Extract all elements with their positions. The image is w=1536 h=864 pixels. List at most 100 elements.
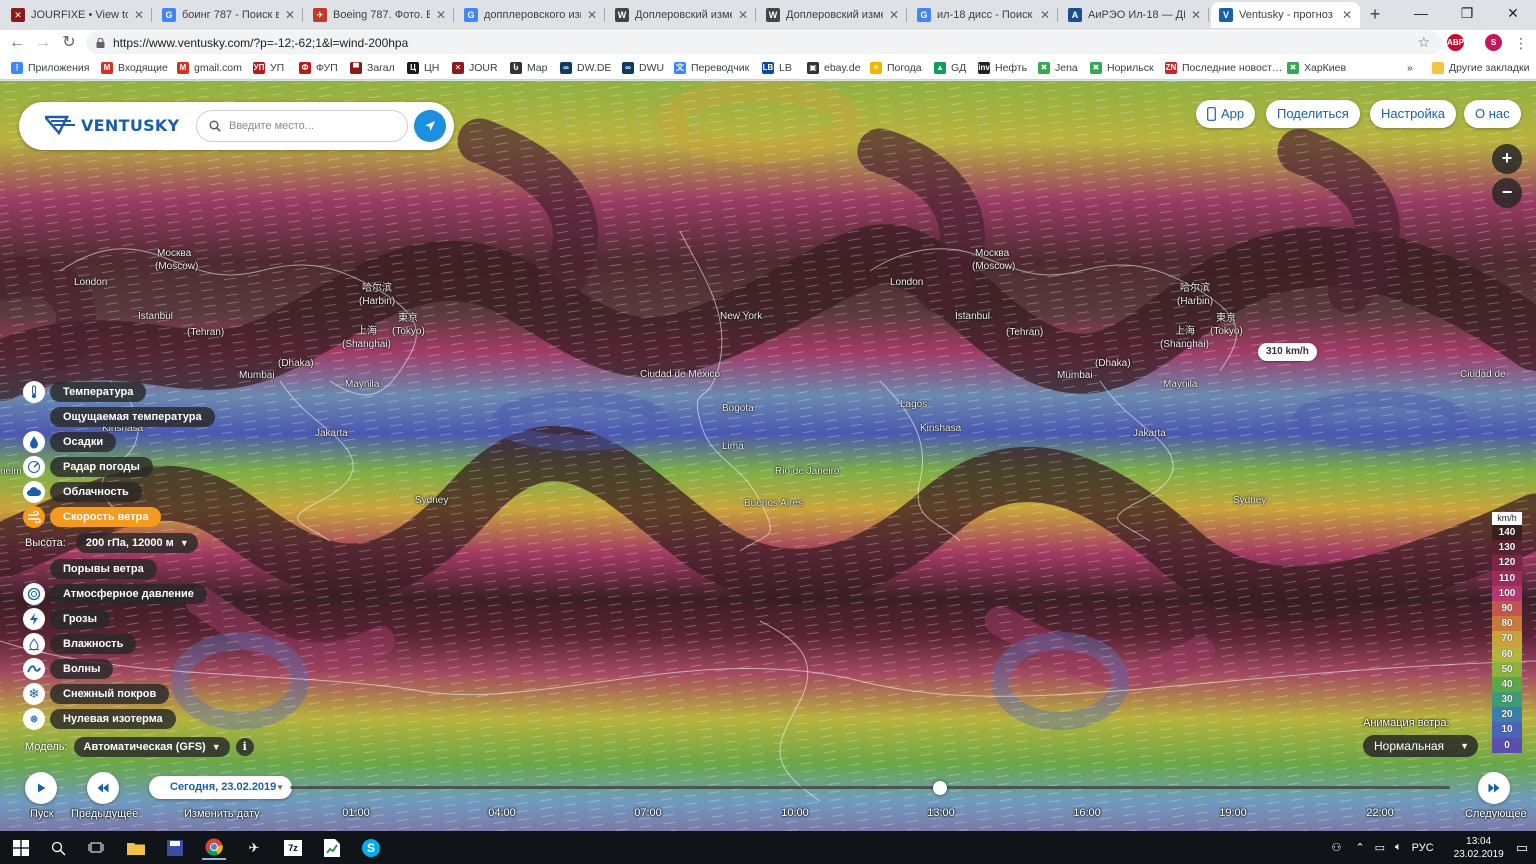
app-icon[interactable]: ✈	[242, 836, 266, 860]
layer-radar[interactable]: Радар погоды	[23, 456, 153, 478]
bookmark-item[interactable]: ✕ JOUR	[452, 60, 498, 76]
timeline-track[interactable]	[290, 786, 1450, 789]
bookmark-item[interactable]: ∞ DW.DE	[560, 60, 611, 76]
window-minimize-button[interactable]: —	[1398, 0, 1444, 28]
address-bar[interactable]: https://www.ventusky.com/?p=-12;-62;1&l=…	[86, 31, 1442, 54]
zoom-in-button[interactable]: +	[1492, 144, 1522, 174]
close-tab-icon[interactable]: ✕	[738, 8, 748, 22]
bookmark-item[interactable]: УП УП	[253, 60, 284, 76]
forward-icon[interactable]: →	[32, 32, 54, 54]
notifications-icon[interactable]: ▭	[1516, 840, 1528, 856]
bookmark-item[interactable]: ⋮ Приложения	[11, 60, 89, 76]
bookmark-item[interactable]: M Входящие	[101, 60, 168, 76]
timeline-tick[interactable]: 07:00	[634, 807, 662, 819]
volume-icon[interactable]: 🔈︎	[1395, 841, 1402, 854]
bookmark-item[interactable]: inv Нефть	[978, 60, 1027, 76]
app-button[interactable]: App	[1196, 100, 1256, 128]
language-indicator[interactable]: РУС	[1412, 842, 1434, 854]
timeline-tick[interactable]: 10:00	[781, 807, 809, 819]
timeline-handle[interactable]	[933, 781, 947, 795]
bookmark-item[interactable]: ZN Последние новост…	[1165, 60, 1282, 76]
bookmark-item[interactable]: Ф ФУП	[299, 60, 338, 76]
more-bookmarks-button[interactable]: »	[1407, 60, 1413, 76]
layer-precipitation[interactable]: Осадки	[23, 431, 117, 453]
about-button[interactable]: О нас	[1464, 100, 1521, 128]
bookmark-item[interactable]: LB LB	[762, 60, 792, 76]
browser-tab[interactable]: ✕ JOURFIXE • View topic ✕	[3, 2, 152, 28]
ventusky-logo[interactable]: VENTUSKY	[45, 115, 180, 135]
close-tab-icon[interactable]: ✕	[436, 8, 446, 22]
close-tab-icon[interactable]: ✕	[1040, 8, 1050, 22]
zoom-out-button[interactable]: −	[1492, 178, 1522, 208]
bookmark-item[interactable]: 文 Переводчик	[674, 60, 749, 76]
skype-icon[interactable]: S	[359, 836, 383, 860]
timeline-tick[interactable]: 01:00	[342, 807, 370, 819]
wind-animation-dropdown[interactable]: Нормальная ▼	[1363, 735, 1478, 757]
bookmark-item[interactable]: ▲ GД	[934, 60, 966, 76]
search-input[interactable]	[229, 120, 389, 132]
task-view-icon[interactable]	[84, 836, 108, 860]
timeline-tick[interactable]: 04:00	[488, 807, 516, 819]
previous-button[interactable]	[87, 772, 119, 804]
close-tab-icon[interactable]: ✕	[285, 8, 295, 22]
spreadsheet-icon[interactable]	[320, 836, 344, 860]
save-app-icon[interactable]	[163, 836, 187, 860]
clock[interactable]: 13:04 23.02.2019	[1454, 835, 1504, 861]
layer-gusts[interactable]: Порывы ветра	[23, 558, 157, 580]
layer-temperature[interactable]: Температура	[23, 381, 147, 403]
timeline-tick[interactable]: 13:00	[927, 807, 955, 819]
reload-icon[interactable]: ↻	[58, 32, 80, 54]
close-tab-icon[interactable]: ✕	[1191, 8, 1201, 22]
next-button[interactable]	[1478, 772, 1510, 804]
height-dropdown[interactable]: 200 гПа, 12000 м ▼	[75, 533, 198, 553]
7zip-icon[interactable]: 7z	[281, 836, 305, 860]
layer-humidity[interactable]: Влажность	[23, 633, 137, 655]
share-button[interactable]: Поделиться	[1266, 100, 1360, 128]
other-bookmarks[interactable]: Другие закладки	[1432, 60, 1529, 76]
layer-freezing-level[interactable]: ❅ Нулевая изотерма	[23, 708, 176, 730]
info-icon[interactable]: i	[235, 738, 254, 756]
network-icon[interactable]: ▭	[1375, 841, 1385, 854]
wind-map[interactable]: Москва (Moscow) London 哈尔滨 (Harbin) İstanbul (…	[0, 81, 1536, 831]
browser-tab[interactable]: Gбоинг 787 - Поиск в G ✕	[154, 2, 303, 28]
bookmark-item[interactable]: ▀ Загал	[350, 60, 395, 76]
bookmark-item[interactable]: ∞ DWU	[622, 60, 664, 76]
close-tab-icon[interactable]: ✕	[587, 8, 597, 22]
layer-storms[interactable]: Грозы	[23, 608, 110, 630]
layer-clouds[interactable]: Облачность	[23, 481, 142, 503]
window-maximize-button[interactable]: ❐	[1444, 0, 1490, 28]
people-icon[interactable]: ⚇	[1332, 841, 1342, 854]
file-explorer-icon[interactable]	[124, 836, 148, 860]
browser-tab[interactable]: A АиРЭО Ил-18 — ДИСС ✕	[1060, 2, 1209, 28]
locate-button[interactable]	[414, 110, 446, 142]
close-tab-icon[interactable]: ✕	[134, 8, 144, 22]
layer-feels-like[interactable]: Ощущаемая температура	[23, 406, 215, 428]
layer-pressure[interactable]: Атмосферное давление	[23, 583, 207, 605]
bookmark-item[interactable]: Ⴑ Map	[510, 60, 547, 76]
settings-button[interactable]: Настройка	[1370, 100, 1456, 128]
bookmark-item[interactable]: ✖ Jena	[1038, 60, 1078, 76]
layer-wind-speed[interactable]: Скорость ветра	[23, 506, 162, 528]
browser-tab[interactable]: Gдопплеровского измер ✕	[456, 2, 605, 28]
chevron-up-icon[interactable]: ⌃	[1355, 841, 1364, 854]
browser-menu-icon[interactable]: ⋮	[1510, 32, 1532, 54]
browser-tab[interactable]: ✈ Boeing 787. Фото. Вид ✕	[305, 2, 454, 28]
layer-snow[interactable]: ❄ Снежный покров	[23, 683, 170, 705]
close-tab-icon[interactable]: ✕	[889, 8, 899, 22]
browser-tab[interactable]: Gил-18 дисс - Поиск в G ✕	[909, 2, 1058, 28]
chrome-icon[interactable]	[202, 836, 226, 860]
timeline-tick[interactable]: 19:00	[1219, 807, 1247, 819]
bookmark-star-icon[interactable]: ☆	[1417, 34, 1430, 51]
bookmark-item[interactable]: ▣ ebay.de	[807, 60, 861, 76]
timeline-tick[interactable]: 16:00	[1073, 807, 1101, 819]
bookmark-item[interactable]: ☀ Погода	[870, 60, 922, 76]
bookmark-item[interactable]: ✖ ХарКиев	[1287, 60, 1346, 76]
bookmark-item[interactable]: Mgmail.com	[177, 60, 242, 76]
bookmark-item[interactable]: ✖ Норильск	[1090, 60, 1154, 76]
layer-waves[interactable]: Волны	[23, 658, 114, 680]
browser-tab[interactable]: W Доплеровский измер ✕	[758, 2, 907, 28]
profile-avatar-icon[interactable]: S	[1485, 34, 1502, 51]
window-close-button[interactable]: ✕	[1490, 0, 1536, 28]
browser-tab[interactable]: V Ventusky - прогноз по ✕	[1211, 2, 1360, 28]
bookmark-item[interactable]: Ц ЦН	[407, 60, 439, 76]
